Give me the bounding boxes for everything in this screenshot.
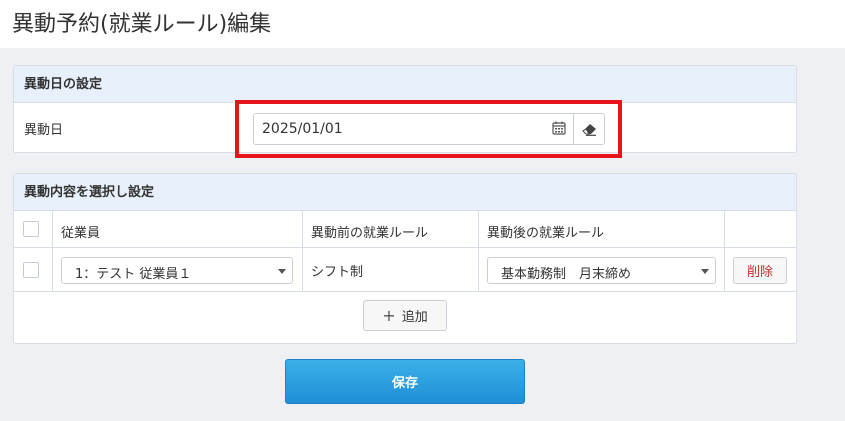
- header-actions: [725, 211, 796, 247]
- employee-select[interactable]: 1：テスト 従業員１: [61, 257, 293, 284]
- header-before-rule: 異動前の就業ルール: [303, 211, 479, 247]
- employee-cell: 1：テスト 従業員１: [53, 248, 303, 291]
- select-all-checkbox[interactable]: [23, 221, 39, 237]
- page-title: 異動予約(就業ルール)編集: [12, 12, 272, 37]
- delete-row-button[interactable]: 削除: [733, 257, 787, 284]
- plus-icon: +: [382, 305, 396, 325]
- transfer-table: 従業員 異動前の就業ルール 異動後の就業ルール 1：テスト 従業員１ シフト制 …: [14, 211, 796, 342]
- row-checkbox[interactable]: [23, 262, 39, 278]
- transfer-date-heading: 異動日の設定: [14, 66, 796, 103]
- transfer-content-panel: 異動内容を選択し設定 従業員 異動前の就業ルール 異動後の就業ルール 1：テスト…: [13, 173, 797, 344]
- page-header: 異動予約(就業ルール)編集: [0, 0, 845, 48]
- column-header: 従業員: [61, 226, 101, 241]
- save-button[interactable]: 保存: [285, 359, 525, 404]
- table-header: 従業員 異動前の就業ルール 異動後の就業ルール: [14, 211, 796, 248]
- employee-select-value: 1：テスト 従業員１: [75, 267, 192, 282]
- add-row-button[interactable]: + 追加: [363, 300, 447, 331]
- after-rule-cell: 基本勤務制 月末締め: [479, 248, 725, 291]
- chevron-down-icon: [278, 269, 286, 274]
- header-checkbox-cell: [14, 211, 53, 247]
- before-rule-value: シフト制: [311, 265, 364, 280]
- add-row-label: 追加: [401, 310, 428, 325]
- add-row-area: + 追加: [14, 292, 796, 342]
- after-rule-select[interactable]: 基本勤務制 月末締め: [487, 257, 716, 284]
- actions-cell: 削除: [725, 248, 796, 291]
- column-header: 異動後の就業ルール: [487, 226, 605, 241]
- before-rule-cell: シフト制: [303, 248, 479, 291]
- header-employee: 従業員: [53, 211, 303, 247]
- column-header: 異動前の就業ルール: [311, 226, 429, 241]
- header-after-rule: 異動後の就業ルール: [479, 211, 725, 247]
- transfer-date-label: 異動日: [24, 123, 64, 138]
- chevron-down-icon: [701, 269, 709, 274]
- after-rule-select-value: 基本勤務制 月末締め: [501, 267, 632, 282]
- date-highlight-box: [235, 100, 622, 158]
- table-row: 1：テスト 従業員１ シフト制 基本勤務制 月末締め 削除: [14, 248, 796, 292]
- transfer-content-heading: 異動内容を選択し設定: [14, 174, 796, 211]
- row-checkbox-cell: [14, 248, 53, 291]
